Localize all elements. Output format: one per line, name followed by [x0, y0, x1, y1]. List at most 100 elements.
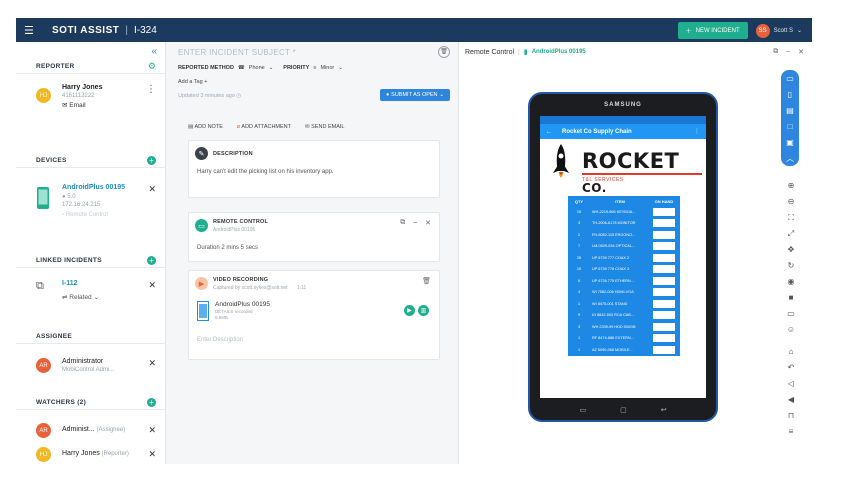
on-hand-input[interactable]	[653, 276, 675, 285]
add-attachment-button[interactable]: ⌀ ADD ATTACHMENT	[237, 124, 291, 130]
on-hand-input[interactable]	[653, 311, 675, 320]
on-hand-input[interactable]	[653, 299, 675, 308]
home-icon[interactable]: ▢	[620, 406, 627, 414]
window-icon[interactable]: □	[788, 122, 793, 132]
file-icon[interactable]: ▤	[786, 106, 794, 116]
trash-icon[interactable]: 🗑	[422, 277, 431, 285]
add-note-button[interactable]: ▤ ADD NOTE	[188, 124, 223, 130]
submit-button[interactable]: ● SUBMIT AS OPEN ⌄	[380, 89, 450, 101]
panel-icon[interactable]: ▣	[786, 138, 794, 148]
remove-device-icon[interactable]: ✕	[148, 184, 156, 195]
row-on-hand	[648, 322, 680, 331]
on-hand-input[interactable]	[653, 265, 675, 274]
remove-assignee-icon[interactable]: ✕	[148, 358, 156, 369]
brand-logo: SOTI ASSIST	[52, 24, 120, 36]
on-hand-input[interactable]	[653, 322, 675, 331]
remove-watcher-icon[interactable]: ✕	[148, 449, 156, 460]
user-name[interactable]: Scott S	[774, 28, 793, 34]
on-hand-input[interactable]	[653, 230, 675, 239]
video-description-input[interactable]: Enter Description	[197, 337, 243, 343]
add-device-icon[interactable]: +	[147, 156, 156, 165]
linked-relation-label: Related	[69, 294, 92, 301]
hamburger-menu-icon[interactable]: ☰	[24, 24, 42, 37]
status-bar	[540, 116, 706, 124]
chevron-down-icon[interactable]: ⌄	[797, 27, 802, 34]
device-card: AndroidPlus 00195 ● 5.0 172.16.24.215 ▫ …	[36, 182, 156, 232]
screen-icon[interactable]: ▭	[786, 74, 794, 84]
back-arrow-icon[interactable]: ←	[546, 129, 552, 135]
video-thumbnail[interactable]	[197, 301, 209, 321]
trash-icon[interactable]: 🗑	[438, 46, 450, 58]
phone-icon[interactable]: ▯	[788, 90, 792, 100]
user-icon[interactable]: ☺	[787, 324, 795, 335]
video-record-icon[interactable]: ■	[789, 292, 794, 303]
remote-control-icon: ▭	[195, 219, 208, 232]
on-hand-input[interactable]	[653, 253, 675, 262]
remove-linked-incident-icon[interactable]: ✕	[148, 280, 156, 291]
remote-panel-title: Remote Control	[465, 48, 515, 56]
camera-icon[interactable]: ◉	[788, 276, 795, 287]
linked-incident-link[interactable]: I-112	[62, 280, 99, 287]
add-linked-incident-icon[interactable]: +	[147, 256, 156, 265]
add-watcher-icon[interactable]: +	[147, 398, 156, 407]
reporter-card: HJ Harry Jones 4161112222 ✉ Email ⋮	[36, 82, 156, 118]
back-icon[interactable]: ↩	[661, 406, 667, 414]
device-name-link[interactable]: AndroidPlus 00195	[62, 184, 125, 191]
reporter-more-icon[interactable]: ⋮	[146, 85, 156, 95]
linked-relation[interactable]: ⇌ Related ⌄	[62, 293, 99, 301]
on-hand-input[interactable]	[653, 242, 675, 251]
on-hand-input[interactable]	[653, 334, 675, 343]
more-vert-icon[interactable]: ⋮	[694, 128, 700, 135]
screen-share-icon[interactable]: ▭	[787, 308, 795, 319]
inventory-row: 9 IO 8642-553 RCA CAB...	[568, 310, 680, 322]
play-icon[interactable]: ▶	[404, 305, 415, 316]
reporter-settings-icon[interactable]: ⚙	[148, 61, 156, 72]
close-icon[interactable]: ✕	[798, 48, 804, 56]
minimize-icon[interactable]: –	[413, 219, 417, 227]
back-icon[interactable]: ↶	[788, 362, 795, 373]
add-tag-label: Add a Tag	[178, 79, 203, 85]
on-hand-input[interactable]	[653, 345, 675, 354]
description-card: ✎ DESCRIPTION Harry can't edit the picki…	[188, 140, 440, 198]
reported-method-dropdown[interactable]: Phone	[249, 65, 265, 71]
volume-down-icon[interactable]: ◀	[788, 394, 794, 405]
fit-screen-icon[interactable]: ⛶	[788, 212, 794, 223]
rotate-icon[interactable]: ↻	[788, 260, 795, 271]
watcher-item: AR Administ... (Assignee) ✕	[36, 422, 156, 440]
device-screen[interactable]: ← Rocket Co Supply Chain ⋮ ROCKET CO. T&…	[540, 116, 706, 398]
remote-card-tools: ⧉ – ✕	[400, 219, 431, 227]
row-on-hand	[648, 242, 680, 251]
recent-apps-icon[interactable]: ▭	[579, 406, 586, 414]
user-avatar[interactable]: SS	[755, 23, 770, 38]
minimize-icon[interactable]: –	[786, 48, 790, 56]
chevron-up-icon[interactable]: ︿	[786, 154, 794, 164]
row-item: TH-2006-6178 MONITOR	[592, 221, 636, 226]
collapse-sidebar-icon[interactable]: «	[151, 46, 157, 57]
incident-detail-panel: ENTER INCIDENT SUBJECT * 🗑 REPORTED METH…	[166, 42, 459, 464]
on-hand-input[interactable]	[653, 288, 675, 297]
lock-icon[interactable]: ⊓	[788, 410, 794, 421]
zoom-out-icon[interactable]: ⊖	[788, 196, 795, 207]
stats-icon[interactable]: ▥	[418, 305, 429, 316]
fullscreen-icon[interactable]: ⤢	[788, 228, 794, 239]
reporter-title: REPORTER	[36, 63, 75, 70]
on-hand-input[interactable]	[653, 207, 675, 216]
device-status-label: Remote Control	[65, 212, 108, 218]
row-on-hand	[648, 265, 680, 274]
move-icon[interactable]: ✥	[788, 244, 795, 255]
new-incident-button[interactable]: ＋ NEW INCIDENT	[677, 22, 748, 39]
subject-input[interactable]: ENTER INCIDENT SUBJECT *	[178, 48, 296, 57]
zoom-in-icon[interactable]: ⊕	[788, 180, 795, 191]
volume-up-icon[interactable]: ◁	[788, 378, 794, 389]
remove-watcher-icon[interactable]: ✕	[148, 425, 156, 436]
popout-icon[interactable]: ⧉	[773, 48, 778, 56]
priority-dropdown[interactable]: Minor	[321, 65, 335, 71]
popout-icon[interactable]: ⧉	[400, 219, 405, 227]
send-email-button[interactable]: ✉ SEND EMAIL	[305, 124, 344, 130]
close-icon[interactable]: ✕	[425, 219, 431, 227]
on-hand-input[interactable]	[653, 219, 675, 228]
menu-icon[interactable]: ≡	[789, 426, 794, 437]
add-tag-button[interactable]: Add a Tag +	[178, 79, 207, 85]
assignee-header: ASSIGNEE	[16, 330, 166, 344]
home-icon[interactable]: ⌂	[789, 346, 794, 357]
